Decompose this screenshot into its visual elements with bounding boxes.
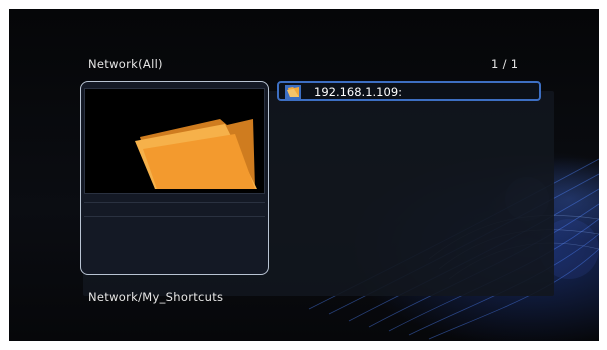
page-title: Network(All): [88, 57, 163, 71]
list-item-selected[interactable]: 192.168.1.109:: [277, 81, 541, 101]
preview-divider: [84, 202, 265, 203]
breadcrumb: Network/My_Shortcuts: [88, 290, 224, 304]
folder-icon: [135, 119, 257, 189]
network-folder-icon: [285, 85, 301, 99]
preview-thumbnail: [84, 88, 265, 194]
file-list: 192.168.1.109:: [277, 81, 541, 101]
preview-divider: [84, 216, 265, 217]
list-item-label: 192.168.1.109:: [314, 85, 403, 99]
page-indicator: 1 / 1: [491, 57, 519, 71]
preview-pane: [80, 81, 269, 275]
